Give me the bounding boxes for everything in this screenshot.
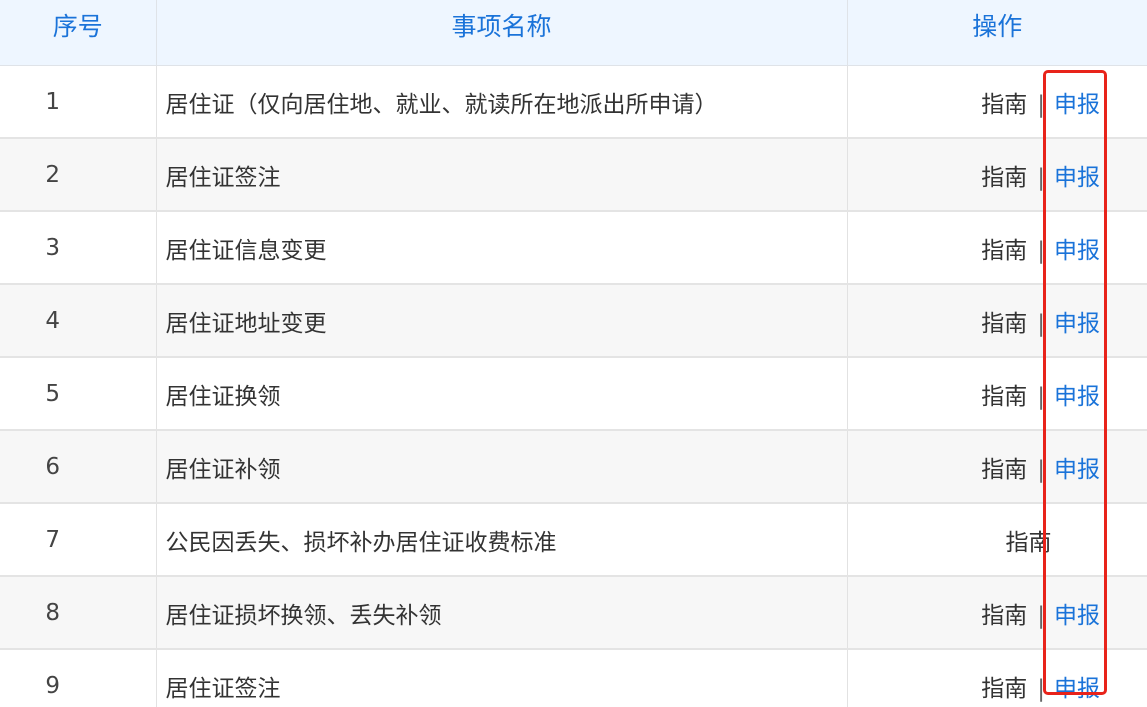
row-number: 4 [0,284,157,358]
guide-link[interactable]: 指南 [981,311,1027,337]
operation-cell: 指南 | 申报 [847,65,1147,139]
guide-link[interactable]: 指南 [981,603,1027,629]
operation-cell: 指南 | 申报 [847,649,1147,707]
operation-cell: 指南 | 申报 [847,576,1147,650]
table-row: 2 居住证签注 指南 | 申报 [0,138,1147,212]
separator: | [1037,456,1045,483]
guide-link[interactable]: 指南 [981,384,1027,410]
row-number: 1 [0,65,157,139]
guide-link[interactable]: 指南 [981,165,1027,191]
item-name: 居住证损坏换领、丢失补领 [156,576,848,650]
table-row: 8 居住证损坏换领、丢失补领 指南 | 申报 [0,576,1147,650]
operation-cell: 指南 | 申报 [847,430,1147,504]
row-number: 8 [0,576,157,650]
row-number: 3 [0,211,157,285]
item-name: 居住证地址变更 [156,284,848,358]
separator: | [1037,383,1045,410]
separator: | [1037,602,1045,629]
row-number: 5 [0,357,157,431]
row-number: 2 [0,138,157,212]
item-name: 居住证签注 [156,138,848,212]
operation-cell: 指南 [847,503,1147,577]
item-name: 居住证签注 [156,649,848,707]
separator: | [1037,675,1045,702]
apply-link[interactable]: 申报 [1054,676,1100,702]
guide-link[interactable]: 指南 [981,92,1027,118]
operation-cell: 指南 | 申报 [847,357,1147,431]
separator: | [1037,91,1045,118]
separator: | [1037,164,1045,191]
row-number: 9 [0,649,157,707]
table-row: 1 居住证（仅向居住地、就业、就读所在地派出所申请） 指南 | 申报 [0,65,1147,139]
item-name: 居住证（仅向居住地、就业、就读所在地派出所申请） [156,65,848,139]
item-name: 居住证信息变更 [156,211,848,285]
operation-cell: 指南 | 申报 [847,138,1147,212]
apply-link[interactable]: 申报 [1054,165,1100,191]
table-row: 9 居住证签注 指南 | 申报 [0,649,1147,707]
guide-link[interactable]: 指南 [1006,530,1052,556]
table-row: 3 居住证信息变更 指南 | 申报 [0,211,1147,285]
apply-link[interactable]: 申报 [1054,457,1100,483]
service-table: 序号 事项名称 操作 1 居住证（仅向居住地、就业、就读所在地派出所申请） 指南… [0,0,1147,707]
guide-link[interactable]: 指南 [981,676,1027,702]
table-row: 7 公民因丢失、损坏补办居住证收费标准 指南 [0,503,1147,577]
header-name: 事项名称 [156,0,848,66]
table-row: 5 居住证换领 指南 | 申报 [0,357,1147,431]
separator: | [1037,310,1045,337]
header-operation: 操作 [847,0,1147,66]
apply-link[interactable]: 申报 [1054,603,1100,629]
item-name: 居住证补领 [156,430,848,504]
item-name: 居住证换领 [156,357,848,431]
row-number: 6 [0,430,157,504]
service-table-container: 序号 事项名称 操作 1 居住证（仅向居住地、就业、就读所在地派出所申请） 指南… [0,0,1147,707]
table-header-row: 序号 事项名称 操作 [0,0,1147,66]
operation-cell: 指南 | 申报 [847,284,1147,358]
item-name: 公民因丢失、损坏补办居住证收费标准 [156,503,848,577]
apply-link[interactable]: 申报 [1054,311,1100,337]
row-number: 7 [0,503,157,577]
apply-link[interactable]: 申报 [1054,384,1100,410]
apply-link[interactable]: 申报 [1054,238,1100,264]
guide-link[interactable]: 指南 [981,238,1027,264]
header-no: 序号 [0,0,157,66]
separator: | [1037,237,1045,264]
apply-link[interactable]: 申报 [1054,92,1100,118]
table-row: 4 居住证地址变更 指南 | 申报 [0,284,1147,358]
guide-link[interactable]: 指南 [981,457,1027,483]
operation-cell: 指南 | 申报 [847,211,1147,285]
table-row: 6 居住证补领 指南 | 申报 [0,430,1147,504]
